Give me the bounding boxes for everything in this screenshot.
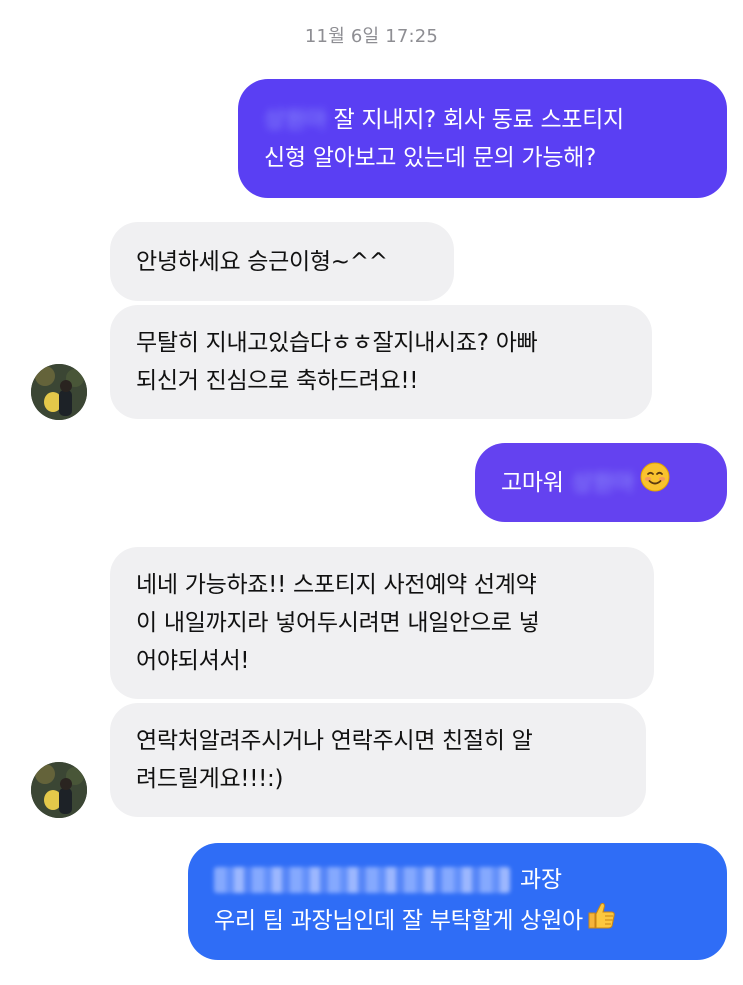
received-message-bubble[interactable]: 안녕하세요 승근이형~^^ [110,222,454,301]
received-message-bubble[interactable]: 연락처알려주시거나 연락주시면 친절히 알 려드릴게요!!!:) [110,703,646,817]
message-line: 네네 가능하죠!! 스포티지 사전예약 선계약 [136,572,537,598]
blurred-name: 상원아 [571,469,635,496]
thumbs-up-icon [585,899,617,943]
message-line: 연락처알려주시거나 연락주시면 친절히 알 [136,728,533,754]
blurred-name: 상원아 [264,106,327,133]
sent-message-bubble[interactable]: 상원아 잘 지내지? 회사 동료 스포티지 신형 알아보고 있는데 문의 가능해… [238,79,727,198]
message-line: 상원아 잘 지내지? 회사 동료 스포티지 [264,101,701,139]
message-line: 신형 알아보고 있는데 문의 가능해? [264,144,596,171]
message-line: 이 내일까지라 넣어두시려면 내일안으로 넣 [136,610,540,636]
message-line: 려드릴게요!!!:) [136,766,284,792]
message-text: 우리 팀 과장님인데 잘 부탁할게 상원아 [214,907,583,934]
contact-avatar[interactable] [31,762,87,818]
received-message-bubble[interactable]: 네네 가능하죠!! 스포티지 사전예약 선계약 이 내일까지라 넣어두시려면 내… [110,547,654,699]
sent-message-bubble[interactable]: 과장 우리 팀 과장님인데 잘 부탁할게 상원아 [188,843,727,960]
smiling-face-icon [640,462,670,504]
message-line: 어야되셔서! [136,648,250,674]
message-text: 안녕하세요 승근이형~^^ [136,248,388,275]
avatar-photo-icon [31,762,87,818]
received-message-bubble[interactable]: 무탈히 지내고있습다ㅎㅎ잘지내시죠? 아빠 되신거 진심으로 축하드려요!! [110,305,652,419]
message-text: 고마워 [501,469,564,496]
message-line: 되신거 진심으로 축하드려요!! [136,368,419,394]
message-line: 과장 [214,861,701,899]
blurred-contact-text [214,866,510,893]
message-text: 과장 [520,866,562,893]
avatar-photo-icon [31,364,87,420]
sent-message-bubble[interactable]: 고마워 상원아 [475,443,727,522]
contact-avatar[interactable] [31,364,87,420]
message-line: 무탈히 지내고있습다ㅎㅎ잘지내시죠? 아빠 [136,330,538,356]
message-text: 잘 지내지? 회사 동료 스포티지 [333,106,625,133]
message-line: 우리 팀 과장님인데 잘 부탁할게 상원아 [214,899,701,943]
message-timestamp: 11월 6일 17:25 [304,26,439,47]
